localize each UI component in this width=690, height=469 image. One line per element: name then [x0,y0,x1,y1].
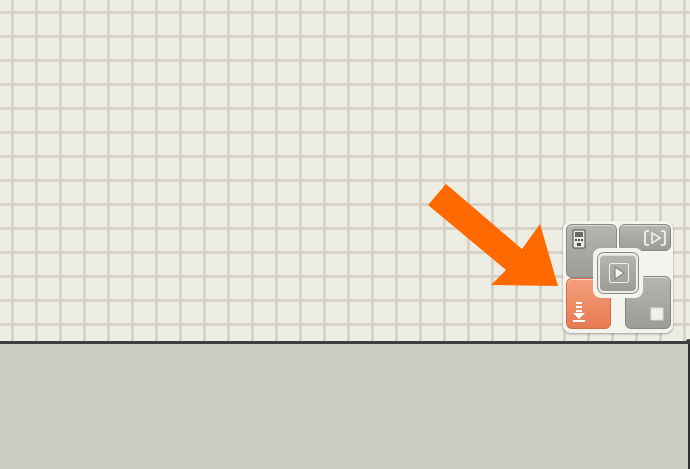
run-selected-icon [644,230,666,246]
stop-icon [650,307,664,321]
play-icon [609,263,629,283]
download-and-run-selected-button[interactable] [619,224,671,251]
download-icon [573,302,585,322]
configuration-panel [0,344,690,469]
nxt-brick-icon [572,229,586,249]
nxt-controller [563,221,673,333]
download-and-run-button[interactable] [598,253,638,293]
